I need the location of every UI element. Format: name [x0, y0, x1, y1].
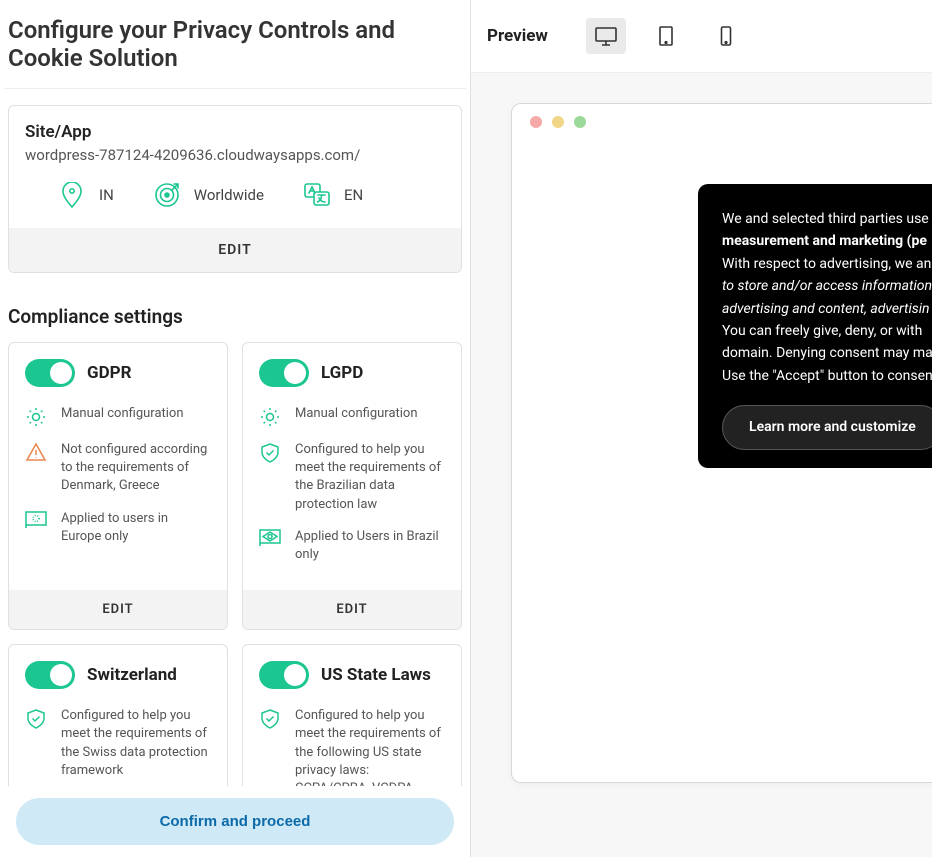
card-name: LGPD [321, 363, 363, 383]
traffic-light-min-icon [552, 116, 564, 128]
meta-location: IN [59, 182, 114, 208]
confirm-button[interactable]: Confirm and proceed [16, 798, 454, 845]
card-edit-button[interactable]: EDIT [9, 590, 227, 629]
preview-area: We and selected third parties use measur… [471, 73, 932, 857]
site-url: wordpress-787124-4209636.cloudwaysapps.c… [25, 146, 445, 164]
config-scroll-area[interactable]: Configure your Privacy Controls and Cook… [0, 0, 470, 786]
traffic-light-close-icon [530, 116, 542, 128]
location-value: IN [99, 186, 114, 204]
device-desktop-button[interactable] [586, 18, 626, 54]
preview-label: Preview [487, 26, 548, 46]
card-name: GDPR [87, 363, 131, 383]
meta-language: EN [304, 182, 363, 208]
status-text: Configured to help you meet the requirem… [295, 441, 445, 514]
config-text: Manual configuration [61, 405, 184, 427]
shield-check-icon [259, 441, 281, 463]
toggle-lgpd[interactable] [259, 359, 309, 387]
banner-line2: With respect to advertising, we an to st… [722, 253, 932, 320]
toggle-us-state-laws[interactable] [259, 661, 309, 689]
compliance-card-us-state-laws: US State Laws Configured to help you meet… [242, 644, 462, 786]
flag-icon [25, 510, 47, 532]
reach-value: Worldwide [194, 186, 264, 204]
banner-line4: domain. Denying consent may ma [722, 342, 932, 364]
toggle-gdpr[interactable] [25, 359, 75, 387]
language-value: EN [344, 186, 363, 204]
card-name: US State Laws [321, 665, 431, 685]
card-name: Switzerland [87, 665, 177, 685]
applied-text: Applied to users in Europe only [61, 510, 211, 546]
shield-check-icon [259, 707, 281, 729]
banner-line3: You can freely give, deny, or with [722, 320, 932, 342]
gear-icon [25, 405, 47, 427]
browser-chrome [512, 104, 932, 140]
preview-header: Preview [471, 0, 932, 73]
status-text: Not configured according to the requirem… [61, 441, 211, 496]
site-card: Site/App wordpress-787124-4209636.cloudw… [8, 105, 462, 273]
browser-frame: We and selected third parties use measur… [511, 103, 932, 783]
target-icon [154, 182, 180, 208]
compliance-title: Compliance settings [4, 273, 466, 342]
flag-icon [259, 528, 281, 550]
site-edit-button[interactable]: EDIT [9, 228, 461, 272]
meta-reach: Worldwide [154, 182, 264, 208]
compliance-card-switzerland: Switzerland Configured to help you meet t… [8, 644, 228, 786]
warning-icon [25, 441, 47, 463]
traffic-light-max-icon [574, 116, 586, 128]
page-title: Configure your Privacy Controls and Cook… [4, 0, 466, 89]
device-tablet-button[interactable] [646, 18, 686, 54]
banner-learn-more-button[interactable]: Learn more and customize [722, 405, 932, 449]
pin-icon [59, 182, 85, 208]
gear-icon [259, 405, 281, 427]
cookie-banner: We and selected third parties use measur… [698, 184, 932, 468]
device-mobile-button[interactable] [706, 18, 746, 54]
language-icon [304, 182, 330, 208]
card-edit-button[interactable]: EDIT [243, 590, 461, 629]
banner-line5: Use the "Accept" button to consen [722, 365, 932, 387]
status-text: Configured to help you meet the requirem… [295, 707, 445, 786]
compliance-card-lgpd: LGPD Manual configuration Configured to he… [242, 342, 462, 630]
compliance-card-gdpr: GDPR Manual configuration Not configured a… [8, 342, 228, 630]
banner-line1: We and selected third parties use measur… [722, 208, 932, 253]
toggle-switzerland[interactable] [25, 661, 75, 689]
confirm-bar: Confirm and proceed [0, 786, 470, 857]
site-label: Site/App [25, 122, 445, 142]
applied-text: Applied to Users in Brazil only [295, 528, 445, 564]
config-text: Manual configuration [295, 405, 418, 427]
shield-check-icon [25, 707, 47, 729]
status-text: Configured to help you meet the requirem… [61, 707, 211, 780]
